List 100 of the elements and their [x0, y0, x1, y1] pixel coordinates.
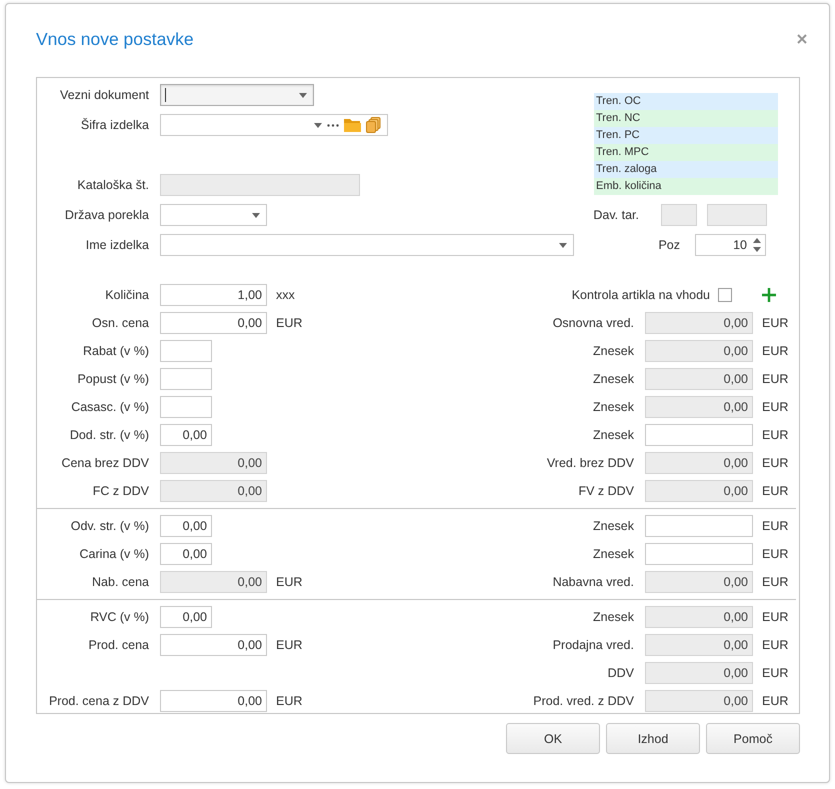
- spinner-field[interactable]: 10: [695, 234, 766, 256]
- number-field[interactable]: 0,00: [645, 312, 753, 334]
- field-label: Dod. str. (v %): [68, 428, 149, 442]
- field-label: Prod. vred. z DDV: [533, 694, 634, 708]
- caret-icon: [252, 212, 260, 218]
- checkbox-label: Kontrola artikla na vhodu: [572, 288, 710, 302]
- ellipsis-icon[interactable]: [327, 124, 339, 126]
- add-icon[interactable]: [762, 288, 776, 302]
- unit-label: EUR: [762, 316, 790, 330]
- number-field[interactable]: 0,00: [160, 690, 267, 712]
- field-label: Država porekla: [64, 208, 149, 222]
- window-title: Vnos nove postavke: [36, 28, 194, 50]
- number-field[interactable]: 0,00: [645, 606, 753, 628]
- unit-label: EUR: [762, 666, 790, 680]
- field-label: Prodajna vred.: [552, 638, 634, 652]
- text-field[interactable]: [661, 204, 697, 226]
- field-label: FV z DDV: [578, 484, 634, 498]
- unit-label: EUR: [762, 638, 790, 652]
- dialog-button[interactable]: OK: [506, 723, 600, 754]
- number-field[interactable]: 0,00: [160, 312, 267, 334]
- unit-label: EUR: [276, 316, 302, 330]
- number-field[interactable]: 0,00: [645, 340, 753, 362]
- number-field[interactable]: [645, 543, 753, 565]
- field-label: Količina: [104, 288, 149, 302]
- field-label: Kataloška št.: [76, 178, 149, 192]
- number-field[interactable]: [160, 368, 212, 390]
- field-label: Carina (v %): [78, 547, 149, 561]
- field-label: Znesek: [593, 400, 634, 414]
- dialog-button[interactable]: Izhod: [606, 723, 700, 754]
- number-field[interactable]: 0,00: [160, 634, 267, 656]
- field-label: FC z DDV: [92, 484, 149, 498]
- text-field[interactable]: [160, 174, 360, 196]
- field-label: Znesek: [593, 344, 634, 358]
- number-field[interactable]: 0,00: [645, 634, 753, 656]
- field-label: Popust (v %): [76, 372, 149, 386]
- number-field[interactable]: [160, 340, 212, 362]
- field-label: Znesek: [593, 519, 634, 533]
- number-field[interactable]: 0,00: [160, 480, 267, 502]
- number-field[interactable]: 0,00: [645, 452, 753, 474]
- unit-label: EUR: [762, 519, 790, 533]
- unit-label: EUR: [276, 638, 302, 652]
- list-item: Tren. PC: [594, 127, 778, 144]
- dialog-button[interactable]: Pomoč: [706, 723, 800, 754]
- number-field[interactable]: 0,00: [160, 424, 212, 446]
- number-field[interactable]: 0,00: [160, 452, 267, 474]
- caret-icon: [299, 92, 307, 98]
- field-label: Osnovna vred.: [552, 316, 634, 330]
- field-label: Vred. brez DDV: [546, 456, 634, 470]
- number-field[interactable]: 0,00: [160, 571, 267, 593]
- unit-label: EUR: [762, 428, 790, 442]
- field-label: Prod. cena: [88, 638, 149, 652]
- field-label: Casasc. (v %): [70, 400, 149, 414]
- unit-label: EUR: [762, 484, 790, 498]
- number-field[interactable]: 0,00: [160, 515, 212, 537]
- field-label: Znesek: [593, 428, 634, 442]
- dropdown-field[interactable]: [160, 114, 388, 136]
- field-label: Znesek: [593, 547, 634, 561]
- number-field[interactable]: 0,00: [645, 571, 753, 593]
- unit-label: EUR: [762, 694, 790, 708]
- field-label: Poz: [658, 238, 680, 252]
- folder-icon[interactable]: [344, 118, 361, 132]
- field-label: Osn. cena: [91, 316, 149, 330]
- number-field[interactable]: 0,00: [160, 543, 212, 565]
- field-label: DDV: [608, 666, 634, 680]
- number-field[interactable]: 0,00: [645, 396, 753, 418]
- spinner-arrows-icon[interactable]: [753, 238, 761, 252]
- unit-label: xxx: [276, 288, 295, 302]
- number-field[interactable]: 0,00: [645, 662, 753, 684]
- number-field[interactable]: 0,00: [645, 480, 753, 502]
- field-label: Ime izdelka: [84, 238, 149, 252]
- caret-icon: [559, 242, 567, 248]
- unit-label: EUR: [762, 456, 790, 470]
- copy-icon[interactable]: [366, 117, 381, 133]
- list-item: Tren. NC: [594, 110, 778, 127]
- unit-label: EUR: [762, 400, 790, 414]
- number-field[interactable]: 1,00: [160, 284, 267, 306]
- field-label: RVC (v %): [89, 610, 149, 624]
- number-field[interactable]: 0,00: [645, 690, 753, 712]
- text-field[interactable]: [707, 204, 767, 226]
- number-field[interactable]: [160, 396, 212, 418]
- field-label: Znesek: [593, 610, 634, 624]
- number-field[interactable]: 0,00: [160, 606, 212, 628]
- caret-icon: [314, 122, 322, 128]
- dropdown-field[interactable]: [160, 204, 267, 226]
- list-item: Tren. OC: [594, 93, 778, 110]
- field-label: Šifra izdelka: [80, 118, 149, 132]
- dropdown-field[interactable]: [160, 234, 574, 256]
- number-field[interactable]: [645, 515, 753, 537]
- field-label: Znesek: [593, 372, 634, 386]
- field-label: Prod. cena z DDV: [48, 694, 149, 708]
- field-label: Vezni dokument: [59, 88, 149, 102]
- number-field[interactable]: [645, 424, 753, 446]
- close-icon[interactable]: [797, 34, 807, 44]
- dropdown-field[interactable]: [160, 84, 314, 106]
- unit-label: EUR: [762, 344, 790, 358]
- checkbox[interactable]: [718, 288, 732, 302]
- unit-label: EUR: [762, 575, 790, 589]
- field-label: Nabavna vred.: [552, 575, 634, 589]
- number-field[interactable]: 0,00: [645, 368, 753, 390]
- unit-label: EUR: [762, 547, 790, 561]
